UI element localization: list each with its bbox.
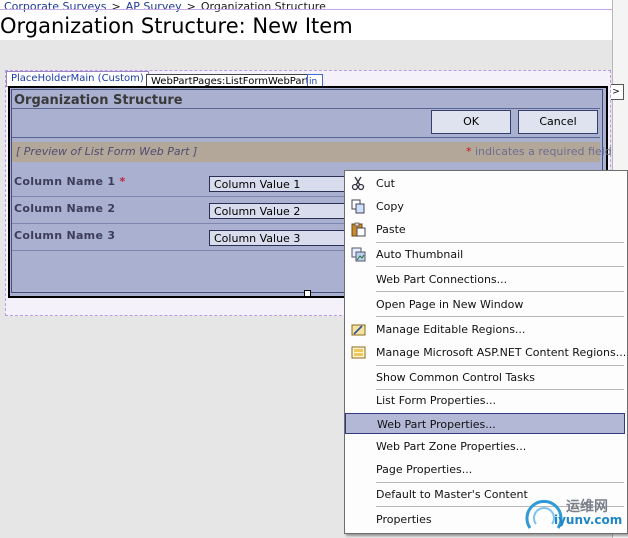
menu-item-cut[interactable]: Cut [345, 173, 625, 194]
menu-item-label: Web Part Zone Properties... [376, 440, 527, 453]
required-note-text: indicates a required field [475, 145, 612, 158]
menu-item-web-part-connections[interactable]: Web Part Connections... [345, 269, 625, 290]
scissors-icon [351, 176, 366, 191]
copy-icon [351, 199, 366, 214]
field-label-text: Column Name 2 [14, 202, 116, 215]
ok-button[interactable]: OK [431, 110, 511, 134]
menu-item-label: Cut [376, 177, 395, 190]
menu-separator [376, 266, 624, 267]
menu-separator [376, 291, 624, 292]
menu-separator [376, 316, 624, 317]
menu-item-web-part-properties[interactable]: Web Part Properties... [345, 413, 625, 434]
field-label: Column Name 3 [14, 229, 115, 242]
divider [12, 108, 600, 109]
preview-label: [ Preview of List Form Web Part ] [16, 145, 198, 158]
field-value-input[interactable]: Column Value 1 [209, 176, 349, 192]
menu-item-auto-thumbnail[interactable]: Auto Thumbnail [345, 244, 625, 265]
required-star: * [119, 175, 126, 188]
field-label: Column Name 1 * [14, 175, 126, 188]
menu-item-list-form-properties[interactable]: List Form Properties... [345, 390, 625, 411]
menu-item-label: Copy [376, 200, 404, 213]
menu-item-label: Page Properties... [376, 463, 473, 476]
divider [12, 196, 344, 197]
menu-item-label: Manage Editable Regions... [376, 323, 526, 336]
menu-item-open-page-new-window[interactable]: Open Page in New Window [345, 294, 625, 315]
webpart-title: Organization Structure [14, 93, 183, 108]
menu-item-label: Properties [376, 513, 432, 526]
content-regions-icon [351, 345, 366, 360]
field-value-input[interactable]: Column Value 2 [209, 203, 349, 219]
menu-item-page-properties[interactable]: Page Properties... [345, 459, 625, 480]
menu-item-label: Manage Microsoft ASP.NET Content Regions… [376, 346, 627, 359]
resize-handle[interactable] [304, 290, 311, 297]
field-label: Column Name 2 [14, 202, 115, 215]
menu-item-copy[interactable]: Copy [345, 196, 625, 217]
divider [12, 137, 600, 138]
editable-regions-icon [351, 322, 366, 337]
paste-icon [351, 222, 366, 237]
menu-item-label: Web Part Properties... [377, 418, 496, 431]
menu-item-label: Show Common Control Tasks [376, 371, 535, 384]
menu-item-label: Default to Master's Content [376, 488, 528, 501]
cancel-button[interactable]: Cancel [518, 110, 598, 134]
thumbnail-icon [351, 247, 366, 262]
required-star: * [466, 145, 472, 158]
menu-item-web-part-zone-properties[interactable]: Web Part Zone Properties... [345, 436, 625, 457]
menu-separator [376, 482, 624, 483]
menu-item-label: Web Part Connections... [376, 273, 508, 286]
divider [12, 223, 344, 224]
tab-placeholder-main[interactable]: PlaceHolderMain (Custom) [6, 71, 149, 87]
menu-item-label: Open Page in New Window [376, 298, 524, 311]
menu-item-manage-editable-regions[interactable]: Manage Editable Regions... [345, 319, 625, 340]
menu-item-paste[interactable]: Paste [345, 219, 625, 240]
page-title: Organization Structure: New Item [0, 14, 353, 38]
menu-item-label: Auto Thumbnail [376, 248, 464, 261]
watermark-url: iyunv.com [554, 513, 623, 527]
field-value-input[interactable]: Column Value 3 [209, 230, 349, 246]
menu-item-show-common-control-tasks[interactable]: Show Common Control Tasks [345, 367, 625, 388]
field-label-text: Column Name 3 [14, 229, 116, 242]
menu-item-manage-aspnet-content-regions[interactable]: Manage Microsoft ASP.NET Content Regions… [345, 342, 627, 363]
menu-separator [376, 365, 624, 366]
required-field-note: * indicates a required field [466, 145, 612, 158]
divider [12, 250, 344, 251]
watermark-logo-icon [524, 490, 564, 534]
menu-item-label: Paste [376, 223, 406, 236]
field-label-text: Column Name 1 [14, 175, 116, 188]
menu-item-label: List Form Properties... [376, 394, 497, 407]
menu-separator [376, 242, 624, 243]
